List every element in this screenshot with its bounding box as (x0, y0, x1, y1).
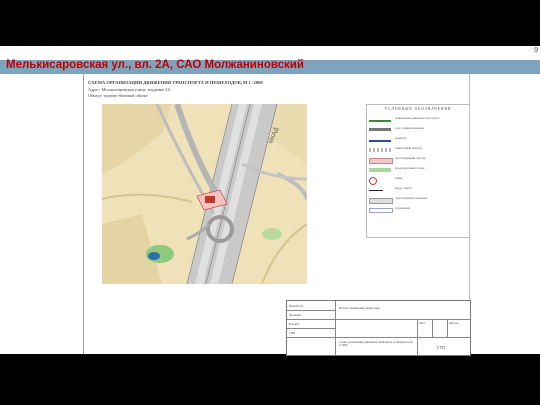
legend-symbol (369, 177, 377, 185)
map-legend: УСЛОВНЫЕ ОБОЗНАЧЕНИЯ направление движени… (366, 104, 470, 238)
sheet-heading: СХЕМА ОРГАНИЗАЦИИ ДВИЖЕНИЯ ТРАНСПОРТА И … (88, 80, 263, 85)
sheet-object: Объект: торгово-бытовой объект (88, 93, 148, 98)
legend-label: существующее покрытие (395, 197, 428, 200)
legend-item: ограждение (369, 207, 467, 215)
legend-label: направление движения транспорта (395, 117, 440, 120)
page-number: 9 (534, 47, 538, 54)
title-block-sheet: Лист (419, 321, 426, 325)
legend-symbol (369, 168, 391, 172)
slide-title: Мелькисаровская ул., вл. 2А, САО Молжани… (6, 59, 304, 71)
legend-label: разметка (395, 137, 407, 140)
legend-symbol (369, 148, 391, 152)
legend-item: проектируемые газоны (369, 167, 467, 175)
legend-label: знаки (395, 177, 403, 180)
slide: Мелькисаровская ул., вл. 2А, САО Молжани… (0, 46, 540, 356)
title-block-org: ГУП (437, 345, 446, 350)
title-block: Разработал Проверил Н.контр. ГИП Проект … (286, 300, 471, 356)
legend-title: УСЛОВНЫЕ ОБОЗНАЧЕНИЯ (384, 107, 452, 111)
legend-symbol (369, 198, 393, 204)
legend-symbol (369, 128, 391, 131)
legend-symbol (369, 208, 393, 213)
title-block-sheets: Листов (449, 321, 459, 325)
legend-label: пешеходный переход (395, 147, 422, 150)
map-graphic: МКАД (102, 104, 307, 284)
title-block-row: Разработал (289, 304, 304, 308)
title-block-description: Схема организации движения транспорта и … (339, 340, 413, 348)
title-block-row: Н.контр. (289, 322, 300, 326)
title-block-project: Проект планировки территории (339, 306, 380, 310)
legend-item: знаки (369, 177, 467, 185)
legend-label: проектируемые газоны (395, 167, 425, 170)
legend-symbol (369, 190, 383, 191)
legend-item: направление движения транспорта (369, 117, 467, 125)
slide-title-bar: Мелькисаровская ул., вл. 2А, САО Молжани… (0, 59, 540, 74)
sheet-address: Адрес: Мелькисаровская улица, владение 2… (88, 87, 171, 92)
legend-label: въезд / выезд (395, 187, 412, 190)
legend-symbol (369, 158, 393, 164)
legend-item: разметка (369, 137, 467, 145)
drawing-sheet: СХЕМА ОРГАНИЗАЦИИ ДВИЖЕНИЯ ТРАНСПОРТА И … (83, 74, 471, 356)
legend-item: зона стоянки/парковки (369, 127, 467, 135)
legend-symbol (369, 120, 391, 122)
legend-label: зона стоянки/парковки (395, 127, 425, 130)
legend-item: въезд / выезд (369, 187, 467, 195)
legend-label: ограждение (395, 207, 411, 210)
legend-label: проектируемый тротуар (395, 157, 426, 160)
legend-item: проектируемый тротуар (369, 157, 467, 165)
legend-symbol (369, 140, 391, 142)
legend-item: пешеходный переход (369, 147, 467, 155)
site-map: МКАД (102, 104, 307, 284)
legend-item: существующее покрытие (369, 197, 467, 205)
title-block-row: ГИП (289, 331, 296, 335)
title-block-row: Проверил (289, 313, 302, 317)
